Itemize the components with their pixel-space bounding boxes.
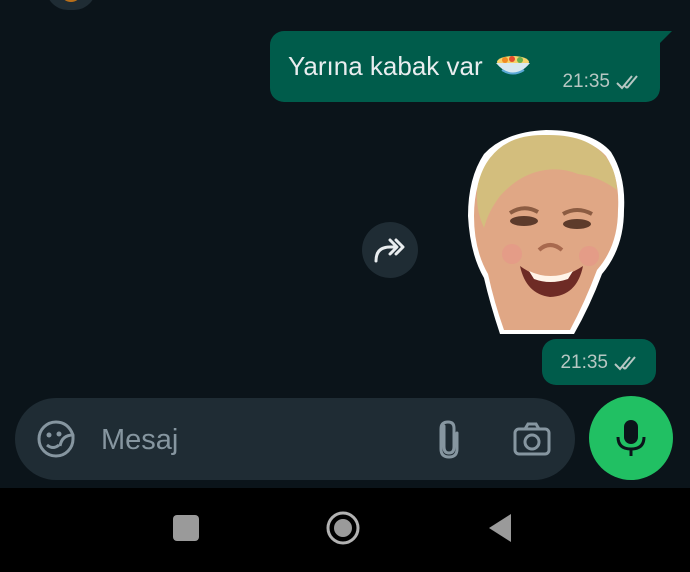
read-double-tick-icon [616, 75, 638, 90]
sticker-time: 21:35 [560, 352, 608, 373]
message-text-row: Yarına kabak var [288, 51, 532, 82]
read-double-tick-icon [614, 356, 636, 371]
message-input[interactable] [99, 421, 403, 459]
toddler-face-sticker[interactable] [466, 128, 626, 336]
forward-icon [374, 238, 405, 263]
dish-icon [495, 56, 530, 75]
message-text: Yarına kabak var [288, 51, 483, 81]
camera-icon[interactable] [511, 420, 553, 458]
sticker-time-badge: 21:35 [542, 339, 656, 385]
sticker-icon[interactable] [35, 418, 77, 460]
paperclip-icon[interactable] [433, 418, 463, 460]
outgoing-text-message[interactable]: Yarına kabak var 21:35 [270, 31, 672, 102]
recents-icon[interactable] [173, 515, 199, 541]
partial-emoji-icon [46, 0, 96, 10]
forward-button[interactable] [362, 222, 418, 278]
sticker-meta: 21:35 [560, 352, 644, 374]
microphone-icon [616, 420, 646, 456]
message-time: 21:35 [562, 71, 610, 92]
message-composer [15, 398, 575, 480]
message-meta: 21:35 [562, 71, 646, 93]
back-icon[interactable] [485, 511, 513, 545]
home-icon[interactable] [325, 510, 361, 546]
voice-message-button[interactable] [589, 396, 673, 480]
